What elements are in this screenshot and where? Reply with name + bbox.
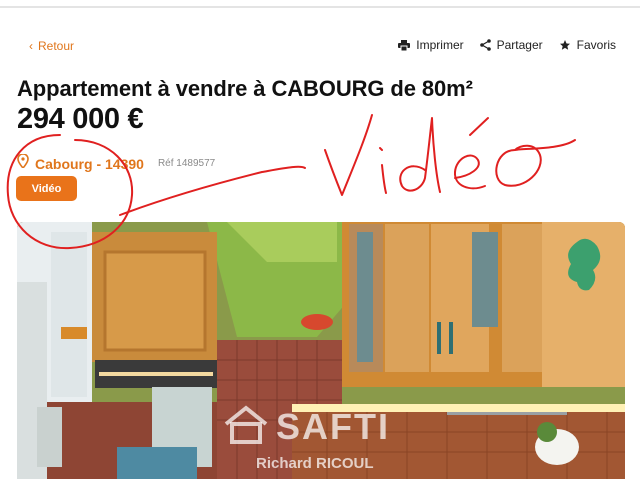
share-label: Partager <box>496 38 543 52</box>
back-label: Retour <box>38 39 75 53</box>
video-button[interactable]: Vidéo <box>16 176 77 201</box>
divider <box>0 6 640 8</box>
annotation-letter <box>324 114 373 196</box>
location-city[interactable]: Cabourg - 14390 <box>35 156 144 172</box>
safti-watermark: SAFTI <box>222 404 390 449</box>
print-label: Imprimer <box>416 38 464 52</box>
location-pin-icon <box>17 153 29 173</box>
favorites-label: Favoris <box>576 38 616 52</box>
watermark-brand: SAFTI <box>276 405 390 447</box>
printer-icon <box>398 39 411 51</box>
safti-house-logo-icon <box>222 404 270 449</box>
back-link[interactable]: ‹ Retour <box>29 39 74 53</box>
share-icon <box>479 39 491 51</box>
annotation-letter <box>381 164 387 194</box>
share-button[interactable]: Partager <box>479 38 543 52</box>
star-icon <box>559 39 571 51</box>
watermark-agent: Richard RICOUL <box>256 455 374 472</box>
annotation-letter <box>453 154 486 190</box>
listing-title: Appartement à vendre à CABOURG de 80m² <box>17 76 473 101</box>
annotation-dot <box>379 147 383 151</box>
listing-actions: Imprimer Partager Favoris <box>398 38 616 52</box>
annotation-arrow <box>119 165 306 216</box>
favorites-button[interactable]: Favoris <box>559 38 616 52</box>
chevron-left-icon: ‹ <box>29 39 33 53</box>
listing-location: Cabourg - 14390 Réf 1489577 <box>17 153 216 173</box>
top-strip <box>0 0 640 8</box>
listing-price: 294 000 € <box>17 103 144 135</box>
annotation-accent <box>469 117 489 136</box>
annotation-letter <box>495 139 576 187</box>
print-button[interactable]: Imprimer <box>398 38 464 52</box>
listing-reference: Réf 1489577 <box>157 158 216 169</box>
annotation-letter <box>399 117 441 193</box>
